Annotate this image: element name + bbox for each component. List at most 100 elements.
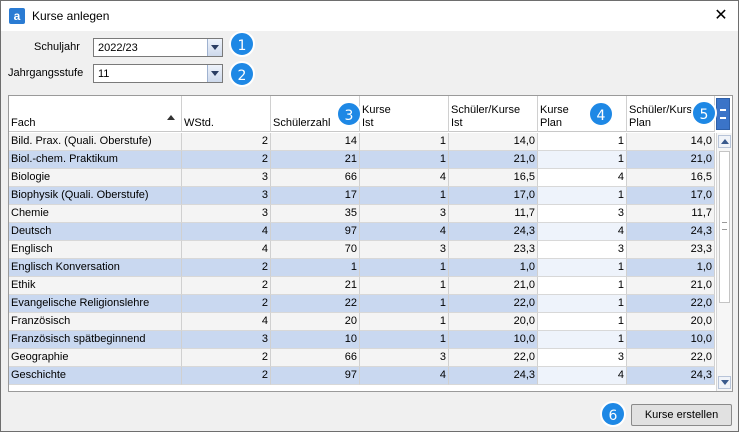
cell-schueler-kurse-ist: 22,0	[449, 349, 538, 367]
cell-kurse-plan[interactable]: 1	[538, 295, 627, 313]
cell-schuelerzahl: 35	[271, 205, 360, 223]
cell-kurse-plan[interactable]: 1	[538, 133, 627, 151]
cell-fach: Deutsch	[9, 223, 182, 241]
scroll-up-icon[interactable]	[718, 135, 731, 148]
cell-wstd: 2	[182, 367, 271, 385]
cell-fach: Ethik	[9, 277, 182, 295]
cell-kurse-ist: 1	[360, 151, 449, 169]
cell-schueler-kurse-ist: 24,3	[449, 223, 538, 241]
scroll-thumb[interactable]	[719, 151, 730, 303]
cell-kurse-plan[interactable]: 1	[538, 151, 627, 169]
cell-schuelerzahl: 1	[271, 259, 360, 277]
cell-kurse-ist: 3	[360, 205, 449, 223]
cell-kurse-plan[interactable]: 3	[538, 205, 627, 223]
table-row[interactable]: Französisch spätbeginnend 3 10 1 10,0 1 10,0	[9, 331, 715, 349]
cell-schueler-kurs-plan: 22,0	[627, 349, 715, 367]
table-row[interactable]: Deutsch 4 97 4 24,3 4 24,3	[9, 223, 715, 241]
table-row[interactable]: Biophysik (Quali. Oberstufe) 3 17 1 17,0 1 17,…	[9, 187, 715, 205]
cell-wstd: 2	[182, 151, 271, 169]
cell-schueler-kurse-ist: 10,0	[449, 331, 538, 349]
schuljahr-select[interactable]: 2022/23	[93, 38, 223, 57]
table-row[interactable]: Französisch 4 20 1 20,0 1 20,0	[9, 313, 715, 331]
cell-kurse-plan[interactable]: 3	[538, 241, 627, 259]
cell-kurse-ist: 3	[360, 349, 449, 367]
header-schueler-kurse-ist-label: Schüler/Kurse Ist	[451, 104, 521, 129]
window-title: Kurse anlegen	[32, 9, 110, 23]
table-row[interactable]: Biologie 3 66 4 16,5 4 16,5	[9, 169, 715, 187]
cell-schueler-kurse-ist: 11,7	[449, 205, 538, 223]
cell-schueler-kurs-plan: 22,0	[627, 295, 715, 313]
cell-schueler-kurse-ist: 14,0	[449, 133, 538, 151]
cell-kurse-ist: 1	[360, 313, 449, 331]
cell-kurse-ist: 3	[360, 241, 449, 259]
cell-kurse-plan[interactable]: 1	[538, 277, 627, 295]
cell-schueler-kurs-plan: 24,3	[627, 367, 715, 385]
chevron-down-icon[interactable]	[207, 39, 222, 56]
cell-wstd: 3	[182, 187, 271, 205]
cell-schuelerzahl: 22	[271, 295, 360, 313]
vertical-scrollbar[interactable]	[716, 133, 732, 391]
cell-fach: Biologie	[9, 169, 182, 187]
cell-wstd: 2	[182, 295, 271, 313]
cell-kurse-ist: 1	[360, 133, 449, 151]
header-fach[interactable]: Fach	[9, 96, 182, 132]
cell-kurse-plan[interactable]: 3	[538, 349, 627, 367]
cell-fach: Französisch	[9, 313, 182, 331]
cell-wstd: 2	[182, 259, 271, 277]
courses-table: Fach WStd. Schülerzahl Kurse Ist Schüler…	[8, 95, 733, 392]
table-row[interactable]: Bild. Prax. (Quali. Oberstufe) 2 14 1 14,0 1 1…	[9, 133, 715, 151]
scroll-down-icon[interactable]	[718, 376, 731, 389]
cell-schueler-kurs-plan: 17,0	[627, 187, 715, 205]
table-row[interactable]: Englisch Konversation 2 1 1 1,0 1 1,0	[9, 259, 715, 277]
jahrgangsstufe-select[interactable]: 11	[93, 64, 223, 83]
cell-kurse-plan[interactable]: 4	[538, 223, 627, 241]
table-row[interactable]: Ethik 2 21 1 21,0 1 21,0	[9, 277, 715, 295]
cell-wstd: 3	[182, 205, 271, 223]
cell-kurse-plan[interactable]: 4	[538, 367, 627, 385]
table-row[interactable]: Biol.-chem. Praktikum 2 21 1 21,0 1 21,0	[9, 151, 715, 169]
create-courses-button[interactable]: Kurse erstellen	[631, 404, 732, 426]
cell-schueler-kurse-ist: 1,0	[449, 259, 538, 277]
cell-kurse-plan[interactable]: 4	[538, 169, 627, 187]
cell-fach: Französisch spätbeginnend	[9, 331, 182, 349]
cell-fach: Evangelische Religionslehre	[9, 295, 182, 313]
badge-6: 6	[600, 401, 626, 427]
table-row[interactable]: Geschichte 2 97 4 24,3 4 24,3	[9, 367, 715, 385]
cell-wstd: 4	[182, 223, 271, 241]
header-schueler-kurse-ist[interactable]: Schüler/Kurse Ist	[449, 96, 538, 132]
header-schuelerzahl-label: Schülerzahl	[273, 117, 331, 129]
cell-kurse-plan[interactable]: 1	[538, 313, 627, 331]
cell-schueler-kurs-plan: 10,0	[627, 331, 715, 349]
cell-schueler-kurs-plan: 23,3	[627, 241, 715, 259]
header-fach-label: Fach	[11, 117, 36, 129]
cell-kurse-plan[interactable]: 1	[538, 331, 627, 349]
cell-wstd: 4	[182, 241, 271, 259]
chevron-down-icon[interactable]	[207, 65, 222, 82]
schuljahr-label: Schuljahr	[34, 41, 80, 53]
cell-kurse-ist: 4	[360, 367, 449, 385]
cell-schueler-kurs-plan: 11,7	[627, 205, 715, 223]
cell-kurse-plan[interactable]: 1	[538, 187, 627, 205]
jahrgangsstufe-label: Jahrgangsstufe	[8, 67, 84, 79]
header-wstd-label: WStd.	[184, 117, 214, 129]
cell-kurse-plan[interactable]: 1	[538, 259, 627, 277]
badge-5: 5	[691, 100, 717, 126]
table-row[interactable]: Evangelische Religionslehre 2 22 1 22,0 1 22,0	[9, 295, 715, 313]
cell-schuelerzahl: 21	[271, 277, 360, 295]
column-chooser-icon[interactable]	[716, 98, 730, 130]
header-kurse-ist[interactable]: Kurse Ist	[360, 96, 449, 132]
badge-1: 1	[229, 31, 255, 57]
table-row[interactable]: Englisch 4 70 3 23,3 3 23,3	[9, 241, 715, 259]
dialog-window: a Kurse anlegen ✕ Schuljahr 2022/23 1 Ja…	[0, 0, 739, 432]
close-icon[interactable]: ✕	[710, 5, 732, 27]
cell-schueler-kurse-ist: 21,0	[449, 277, 538, 295]
cell-kurse-ist: 1	[360, 187, 449, 205]
badge-4: 4	[588, 101, 614, 127]
table-row[interactable]: Geographie 2 66 3 22,0 3 22,0	[9, 349, 715, 367]
cell-schuelerzahl: 97	[271, 223, 360, 241]
cell-fach: Chemie	[9, 205, 182, 223]
cell-wstd: 2	[182, 133, 271, 151]
header-wstd[interactable]: WStd.	[182, 96, 271, 132]
table-row[interactable]: Chemie 3 35 3 11,7 3 11,7	[9, 205, 715, 223]
cell-schueler-kurs-plan: 21,0	[627, 277, 715, 295]
